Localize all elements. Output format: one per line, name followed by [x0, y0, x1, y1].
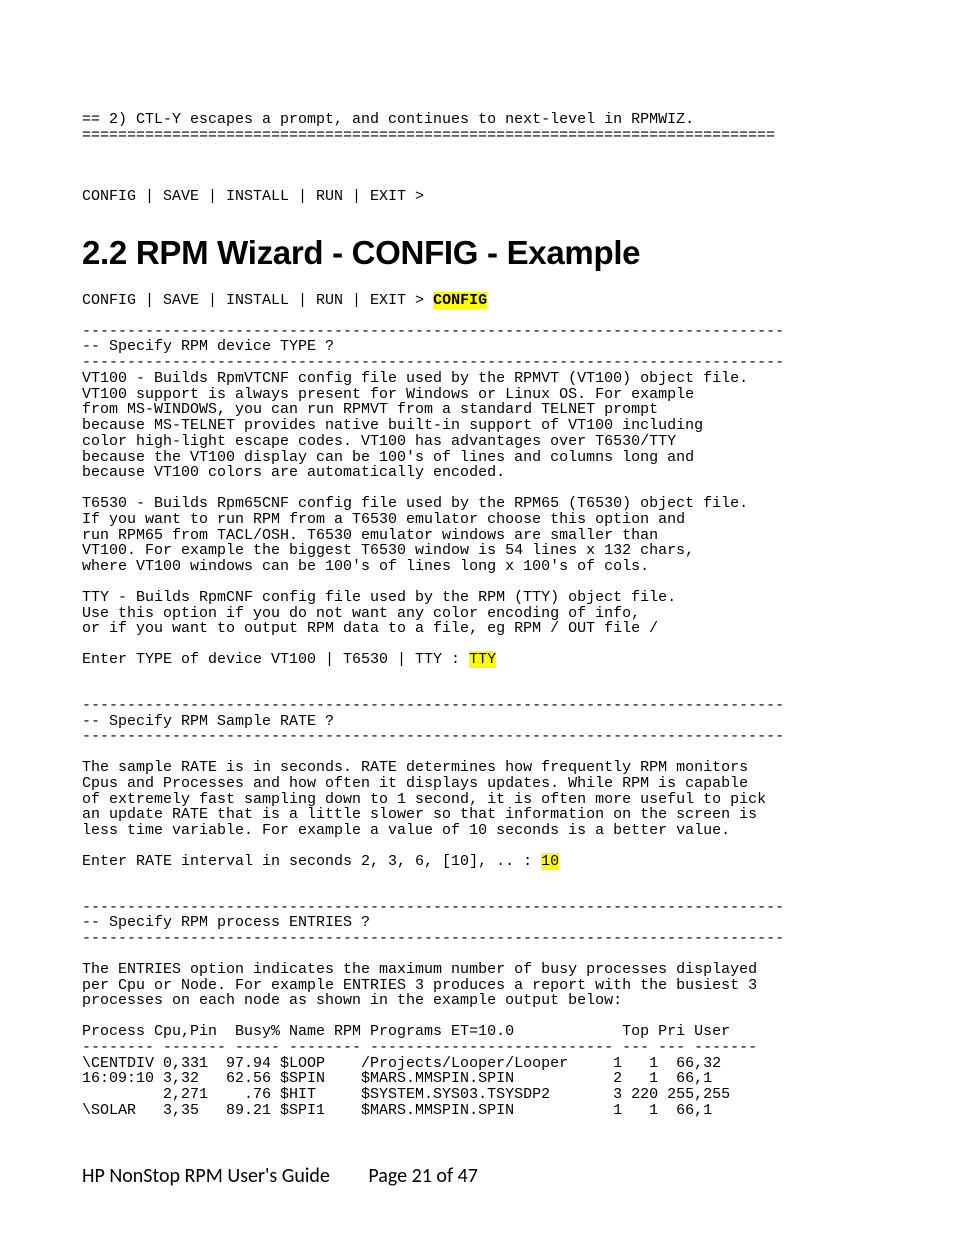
top-prompt: CONFIG | SAVE | INSTALL | RUN | EXIT >: [82, 189, 872, 205]
tty-description: TTY - Builds RpmCNF config file used by …: [82, 590, 872, 637]
type-prompt-line: Enter TYPE of device VT100 | T6530 | TTY…: [82, 652, 872, 668]
rate-prompt-value: 10: [541, 853, 559, 870]
rate-section-title: -- Specify RPM Sample RATE ?: [82, 714, 872, 730]
document-page: == 2) CTL-Y escapes a prompt, and contin…: [0, 0, 954, 1235]
type-prompt-value: TTY: [469, 651, 496, 668]
divider: ----------------------------------------…: [82, 324, 872, 340]
page-footer: HP NonStop RPM User's Guide Page 21 of 4…: [82, 1166, 478, 1187]
entries-description: The ENTRIES option indicates the maximum…: [82, 962, 872, 1009]
divider: ----------------------------------------…: [82, 698, 872, 714]
section-heading: 2.2 RPM Wizard - CONFIG - Example: [82, 236, 872, 271]
divider: ----------------------------------------…: [82, 931, 872, 947]
config-prompt-line: CONFIG | SAVE | INSTALL | RUN | EXIT > C…: [82, 293, 872, 309]
config-prompt-input: CONFIG: [433, 292, 487, 309]
divider: ----------------------------------------…: [82, 900, 872, 916]
rate-prompt-line: Enter RATE interval in seconds 2, 3, 6, …: [82, 854, 872, 870]
config-prompt-prefix: CONFIG | SAVE | INSTALL | RUN | EXIT >: [82, 292, 433, 309]
rate-description: The sample RATE is in seconds. RATE dete…: [82, 760, 872, 839]
type-prompt-prefix: Enter TYPE of device VT100 | T6530 | TTY…: [82, 651, 469, 668]
footer-title: HP NonStop RPM User's Guide: [82, 1164, 330, 1188]
footer-page-number: Page 21 of 47: [368, 1164, 477, 1188]
top-note-line: == 2) CTL-Y escapes a prompt, and contin…: [82, 112, 872, 128]
t6530-description: T6530 - Builds Rpm65CNF config file used…: [82, 496, 872, 575]
entries-section-title: -- Specify RPM process ENTRIES ?: [82, 915, 872, 931]
divider: ----------------------------------------…: [82, 729, 872, 745]
vt100-description: VT100 - Builds RpmVTCNF config file used…: [82, 371, 872, 481]
rate-prompt-prefix: Enter RATE interval in seconds 2, 3, 6, …: [82, 853, 541, 870]
top-rule: ========================================…: [82, 128, 872, 144]
divider: ----------------------------------------…: [82, 355, 872, 371]
type-section-title: -- Specify RPM device TYPE ?: [82, 339, 872, 355]
entries-table: Process Cpu,Pin Busy% Name RPM Programs …: [82, 1024, 872, 1119]
